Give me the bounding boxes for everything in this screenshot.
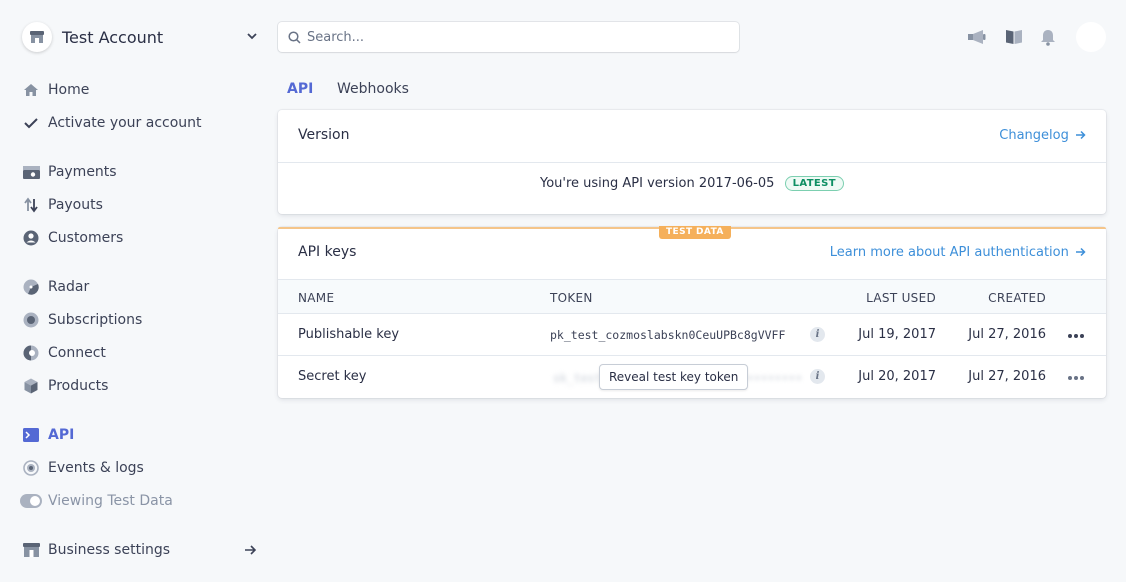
reveal-key-button[interactable]: Reveal test key token [599,364,749,390]
sidebar-item-events[interactable]: Events & logs [22,456,267,480]
radar-icon [22,278,40,296]
tab-api[interactable]: API [287,81,313,97]
column-created: CREATED [988,291,1046,305]
info-icon[interactable]: i [810,369,825,384]
sidebar-item-radar[interactable]: Radar [22,275,267,299]
account-switcher[interactable]: Test Account [22,22,262,52]
tab-webhooks[interactable]: Webhooks [337,81,409,97]
changelog-link[interactable]: Changelog [999,128,1086,143]
api-terminal-icon [22,426,40,444]
sidebar-item-payouts[interactable]: Payouts [22,193,267,217]
check-icon [22,114,40,132]
arrow-right-icon [245,545,257,555]
table-row: Secret key sk_test_•••••••••••••••••••••… [278,356,1106,398]
sidebar-item-customers[interactable]: Customers [22,226,267,250]
docs-book-icon[interactable] [1004,27,1024,47]
column-last-used: LAST USED [866,291,936,305]
search-icon [288,30,301,44]
key-created: Jul 27, 2016 [968,369,1046,384]
connect-icon [22,344,40,362]
sidebar-item-connect[interactable]: Connect [22,341,267,365]
sidebar-item-test-data-toggle[interactable]: Viewing Test Data [20,489,267,513]
sidebar-item-business-settings[interactable]: Business settings [22,538,267,562]
sidebar-item-activate[interactable]: Activate your account [22,111,267,135]
column-name: NAME [298,291,335,305]
search-input[interactable] [307,29,707,45]
sidebar-item-products[interactable]: Products [22,374,267,398]
sidebar-item-home[interactable]: Home [22,78,267,102]
api-keys-card: TEST DATA API keys Learn more about API … [278,226,1106,398]
info-icon[interactable]: i [810,327,825,342]
divider [278,162,1106,163]
home-icon [22,81,40,99]
store-icon [22,22,52,52]
latest-badge: LATEST [784,176,844,191]
key-created: Jul 27, 2016 [968,327,1046,342]
events-icon [22,459,40,477]
test-data-badge: TEST DATA [659,226,731,239]
chevron-down-icon [247,33,257,40]
key-token[interactable]: pk_test_cozmoslabskn0CeuUPBc8gVVFF [550,328,785,342]
arrow-right-icon [1076,130,1086,140]
column-token: TOKEN [550,291,593,305]
sidebar-item-subscriptions[interactable]: Subscriptions [22,308,267,332]
bell-icon[interactable] [1038,27,1058,47]
subscriptions-icon [22,311,40,329]
payments-icon [22,163,40,181]
business-icon [22,541,40,559]
toggle-switch[interactable] [20,494,42,508]
api-auth-link[interactable]: Learn more about API authentication [830,245,1086,260]
megaphone-icon[interactable] [967,27,987,47]
products-icon [22,377,40,395]
api-keys-title: API keys [298,244,357,260]
api-version-line: You're using API version 2017-06-05 LATE… [278,176,1106,191]
sidebar-item-api[interactable]: API [22,423,267,447]
version-card: Version Changelog You're using API versi… [278,110,1106,214]
table-header: NAME TOKEN LAST USED CREATED [278,279,1106,314]
version-card-title: Version [298,127,350,143]
api-version-text: You're using API version 2017-06-05 [540,176,775,191]
arrow-right-icon [1076,247,1086,257]
avatar[interactable] [1076,22,1106,52]
account-name: Test Account [62,27,164,47]
search-bar[interactable] [278,22,739,52]
key-name: Secret key [298,369,367,384]
customers-icon [22,229,40,247]
payouts-icon [22,196,40,214]
more-options-icon[interactable] [1068,376,1084,380]
key-name: Publishable key [298,327,400,342]
table-row: Publishable key pk_test_cozmoslabskn0Ceu… [278,314,1106,356]
key-last-used: Jul 19, 2017 [858,327,936,342]
sidebar-item-payments[interactable]: Payments [22,160,267,184]
key-last-used: Jul 20, 2017 [858,369,936,384]
more-options-icon[interactable] [1068,334,1084,338]
